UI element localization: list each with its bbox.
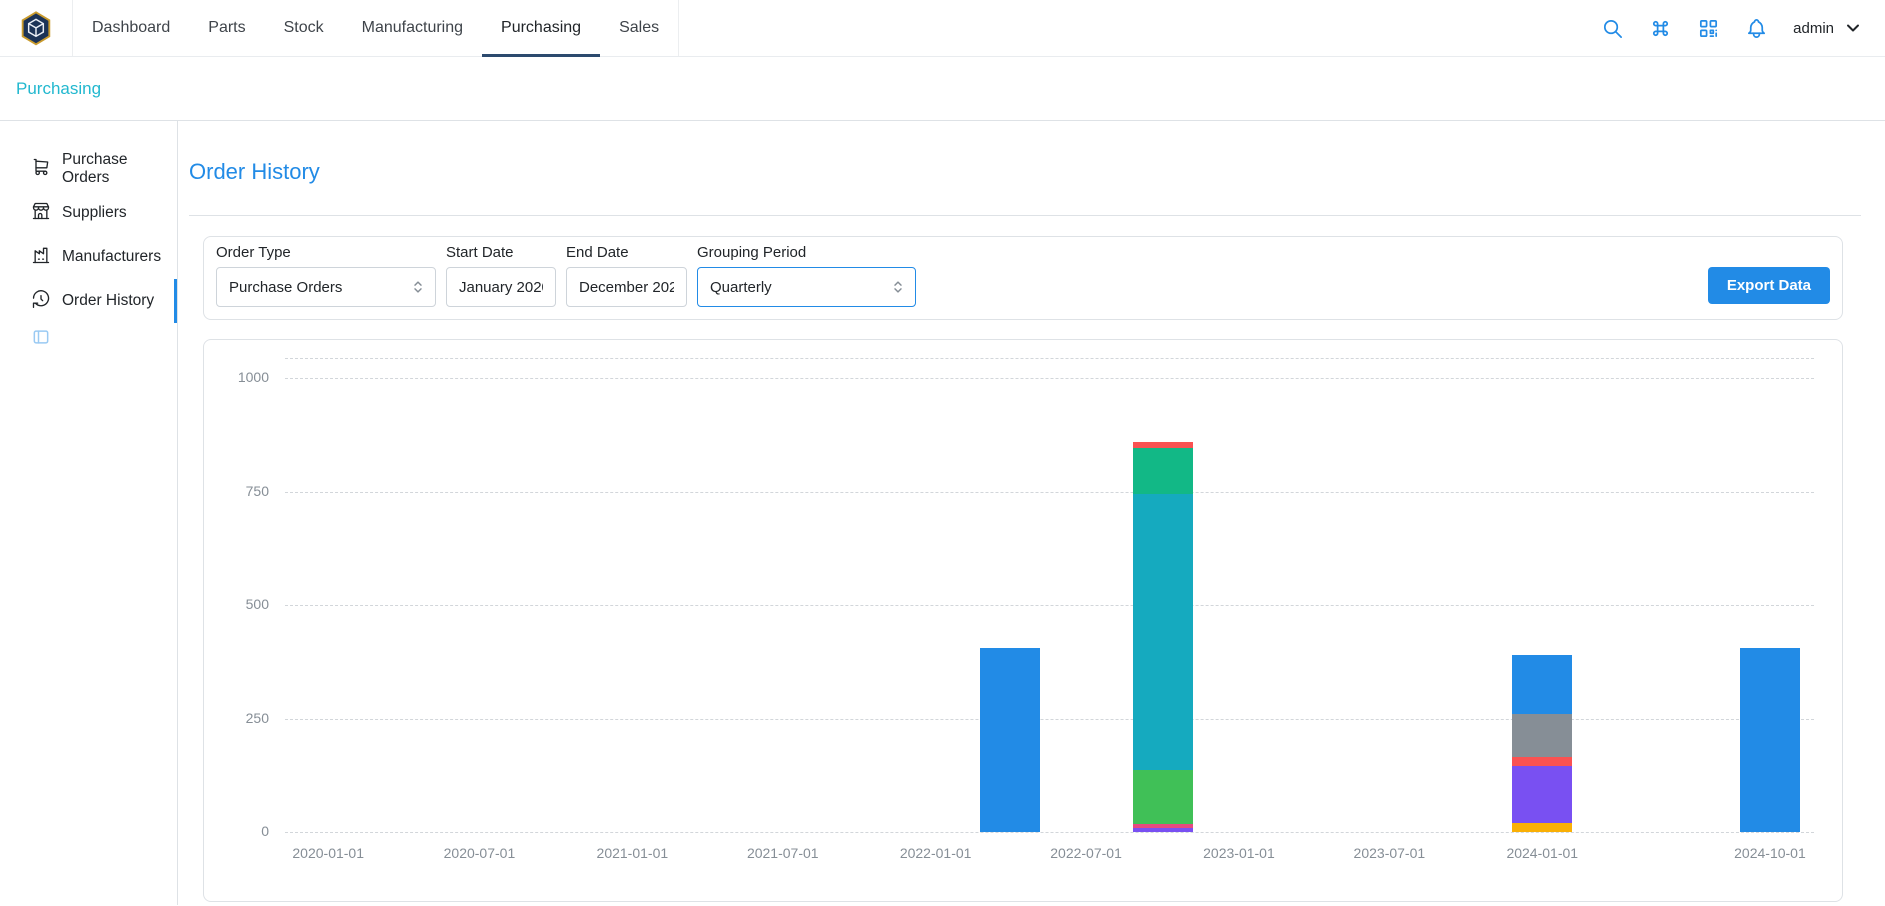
sidebar: Purchase Orders Suppliers Manufacturers [0, 121, 178, 905]
order-type-select[interactable]: Purchase Orders [216, 267, 436, 307]
chart-bar[interactable] [1512, 655, 1572, 832]
grouping-period-value: Quarterly [710, 279, 772, 296]
selector-updown-icon [889, 278, 907, 296]
x-axis-tick-label: 2022-07-01 [1026, 845, 1146, 861]
x-axis-tick-label: 2020-01-01 [268, 845, 388, 861]
chevron-down-icon [1843, 18, 1863, 38]
bar-segment[interactable] [1133, 828, 1193, 832]
command-icon[interactable] [1649, 17, 1672, 40]
gridline [285, 832, 1814, 833]
x-axis-tick-label: 2021-07-01 [723, 845, 843, 861]
y-axis-tick-label: 500 [204, 596, 269, 612]
x-axis-tick-label: 2024-01-01 [1482, 845, 1602, 861]
user-menu[interactable]: admin [1793, 18, 1863, 38]
main-panel: Order History Order Type Purchase Orders… [178, 121, 1885, 905]
chart-bar[interactable] [980, 648, 1040, 832]
gridline [285, 492, 1814, 493]
x-axis-tick-label: 2023-01-01 [1179, 845, 1299, 861]
sidebar-item-suppliers[interactable]: Suppliers [0, 191, 177, 235]
bar-segment[interactable] [980, 648, 1040, 832]
filter-panel: Order Type Purchase Orders Start Date En… [203, 236, 1843, 320]
bar-segment[interactable] [1512, 714, 1572, 757]
order-type-field: Order Type Purchase Orders [216, 244, 436, 307]
tab-stock[interactable]: Stock [265, 0, 343, 56]
bar-segment[interactable] [1512, 757, 1572, 766]
order-history-chart: 0 250 500 750 1000 2020-01-01 2020-07-01 2021-0… [204, 340, 1842, 901]
bar-segment[interactable] [1512, 655, 1572, 714]
top-navbar: Dashboard Parts Stock Manufacturing Purc… [0, 0, 1885, 57]
tab-sales[interactable]: Sales [600, 0, 678, 56]
navbar-actions: admin [1601, 17, 1863, 40]
x-axis-tick-label: 2020-07-01 [419, 845, 539, 861]
building-factory-icon [31, 245, 51, 270]
app-logo-icon[interactable] [20, 11, 52, 45]
order-type-value: Purchase Orders [229, 279, 342, 296]
selector-updown-icon [409, 278, 427, 296]
start-date-label: Start Date [446, 244, 556, 261]
tab-parts[interactable]: Parts [189, 0, 264, 56]
gridline [285, 719, 1814, 720]
gridline [285, 358, 1814, 359]
gridline [285, 378, 1814, 379]
sidebar-collapse-icon[interactable] [31, 327, 51, 347]
y-axis-tick-label: 250 [204, 710, 269, 726]
main-nav-tabs: Dashboard Parts Stock Manufacturing Purc… [72, 0, 679, 56]
breadcrumb: Purchasing [0, 57, 1885, 121]
end-date-input[interactable] [566, 267, 687, 307]
sidebar-item-label: Order History [62, 292, 154, 310]
bar-segment[interactable] [1133, 770, 1193, 824]
y-axis-tick-label: 1000 [204, 369, 269, 385]
y-axis-tick-label: 750 [204, 483, 269, 499]
sidebar-item-label: Manufacturers [62, 248, 161, 266]
bar-segment[interactable] [1133, 494, 1193, 771]
qrcode-icon[interactable] [1697, 17, 1720, 40]
shopping-cart-icon [31, 157, 51, 182]
tab-manufacturing[interactable]: Manufacturing [343, 0, 482, 56]
bar-segment[interactable] [1512, 823, 1572, 832]
grouping-period-label: Grouping Period [697, 244, 916, 261]
sidebar-item-manufacturers[interactable]: Manufacturers [0, 235, 177, 279]
chart-panel: 0 250 500 750 1000 2020-01-01 2020-07-01 2021-0… [203, 339, 1843, 902]
bar-segment[interactable] [1740, 648, 1800, 832]
tab-purchasing[interactable]: Purchasing [482, 0, 600, 56]
sidebar-item-purchase-orders[interactable]: Purchase Orders [0, 147, 177, 191]
x-axis-tick-label: 2022-01-01 [876, 845, 996, 861]
content-area: Purchase Orders Suppliers Manufacturers [0, 121, 1885, 905]
history-clock-icon [31, 289, 51, 314]
username: admin [1793, 20, 1834, 37]
x-axis-tick-label: 2021-01-01 [572, 845, 692, 861]
order-type-label: Order Type [216, 244, 436, 261]
chart-bar[interactable] [1740, 648, 1800, 832]
gridline [285, 605, 1814, 606]
start-date-field: Start Date [446, 244, 556, 307]
breadcrumb-purchasing[interactable]: Purchasing [16, 79, 101, 99]
sidebar-item-label: Purchase Orders [62, 151, 177, 187]
chart-bar[interactable] [1133, 442, 1193, 832]
search-icon[interactable] [1601, 17, 1624, 40]
grouping-period-field: Grouping Period Quarterly [697, 244, 916, 307]
x-axis-tick-label: 2023-07-01 [1329, 845, 1449, 861]
sidebar-item-order-history[interactable]: Order History [0, 279, 177, 323]
tab-dashboard[interactable]: Dashboard [73, 0, 189, 56]
export-data-button[interactable]: Export Data [1708, 267, 1830, 304]
end-date-field: End Date [566, 244, 687, 307]
end-date-label: End Date [566, 244, 687, 261]
bar-segment[interactable] [1133, 448, 1193, 493]
bell-icon[interactable] [1745, 17, 1768, 40]
y-axis-tick-label: 0 [204, 823, 269, 839]
x-axis-tick-label: 2024-10-01 [1710, 845, 1830, 861]
sidebar-item-label: Suppliers [62, 204, 127, 222]
building-store-icon [31, 201, 51, 226]
page-title: Order History [189, 157, 1885, 187]
start-date-input[interactable] [446, 267, 556, 307]
grouping-period-select[interactable]: Quarterly [697, 267, 916, 307]
title-divider [189, 215, 1861, 216]
bar-segment[interactable] [1512, 766, 1572, 823]
